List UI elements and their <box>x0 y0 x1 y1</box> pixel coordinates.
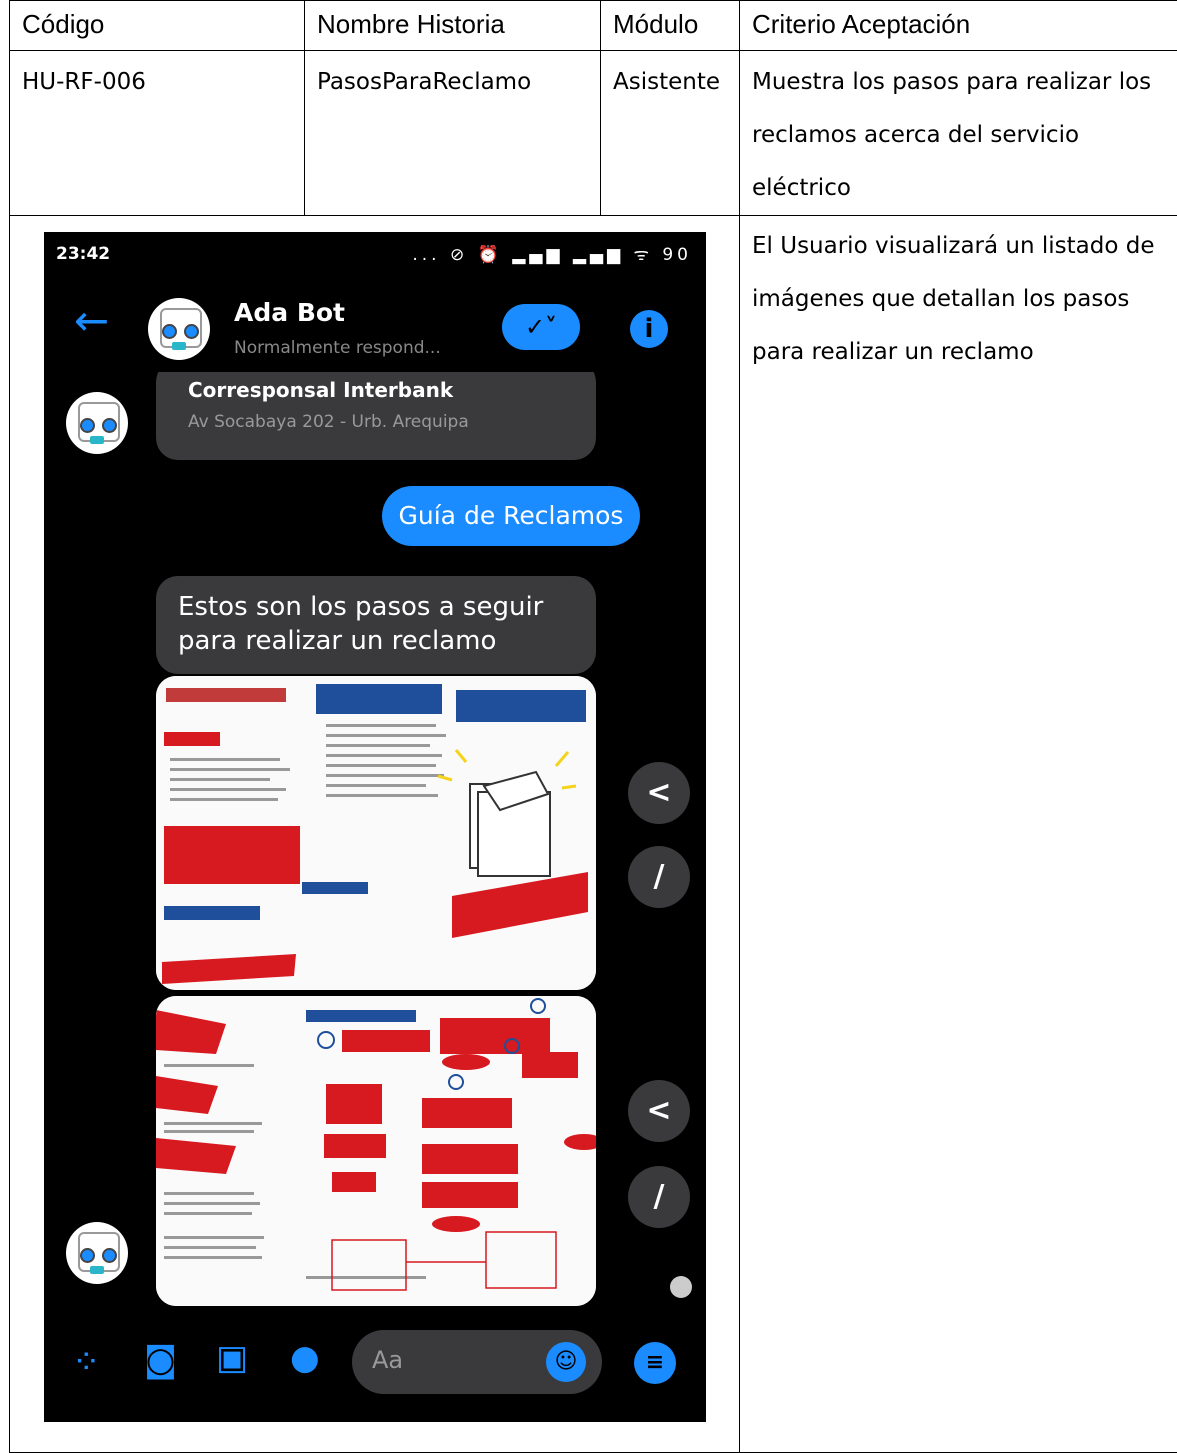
bot-eye <box>102 1248 117 1263</box>
message-input[interactable]: Aa ☺ <box>352 1330 602 1394</box>
screenshot-row: 23:42 ... ⊘ ⏰ ▂▄▆ ▂▄▆ ᯤ 90 ← Ada Bot Nor… <box>10 216 1177 1453</box>
bot-message-bubble: Estos son los pasos a seguir para realiz… <box>156 576 596 674</box>
avatar <box>66 392 128 454</box>
location-card[interactable]: Corresponsal Interbank Av Socabaya 202 -… <box>156 360 596 460</box>
header-modulo: Módulo <box>601 1 740 51</box>
bot-name[interactable]: Ada Bot <box>234 298 345 327</box>
criterio-line: reclamos acerca del servicio <box>752 109 1167 162</box>
infographic-2-art <box>156 996 596 1306</box>
phone-screenshot: 23:42 ... ⊘ ⏰ ▂▄▆ ▂▄▆ ᯤ 90 ← Ada Bot Nor… <box>44 232 706 1422</box>
bot-eye <box>80 1248 95 1263</box>
criterio-2-line: El Usuario visualizará un listado de <box>752 220 1169 273</box>
emoji-icon[interactable]: ☺ <box>546 1342 586 1382</box>
message-input-placeholder: Aa <box>372 1346 403 1374</box>
criterio-2-line: para realizar un reclamo <box>752 326 1169 379</box>
check-icon[interactable]: ✓˅ <box>502 304 580 350</box>
gallery-icon[interactable]: ▣ <box>216 1338 248 1378</box>
bot-mouth <box>172 342 186 350</box>
mic-icon[interactable]: ● <box>290 1338 320 1378</box>
header-nombre-historia: Nombre Historia <box>305 1 601 51</box>
read-receipt-avatar <box>670 1276 692 1298</box>
user-message-bubble: Guía de Reclamos <box>382 486 640 546</box>
status-bar-icons: ... ⊘ ⏰ ▂▄▆ ▂▄▆ ᯤ 90 <box>412 242 692 265</box>
header-row: Código Nombre Historia Módulo Criterio A… <box>10 1 1177 51</box>
criterio-2-line: imágenes que detallan los pasos <box>752 273 1169 326</box>
header-codigo: Código <box>10 1 305 51</box>
cell-criterio-2: El Usuario visualizará un listado de imá… <box>740 216 1177 1453</box>
menu-icon[interactable]: ≡ <box>634 1342 676 1384</box>
bot-status: Normalmente respond... <box>234 338 441 358</box>
avatar[interactable] <box>148 298 210 360</box>
share-icon[interactable]: < <box>628 1080 690 1142</box>
data-row: HU-RF-006 PasosParaReclamo Asistente Mue… <box>10 51 1177 216</box>
bot-eye <box>184 324 199 339</box>
bot-eye <box>102 418 117 433</box>
screenshot-cell: 23:42 ... ⊘ ⏰ ▂▄▆ ▂▄▆ ᯤ 90 ← Ada Bot Nor… <box>10 216 740 1453</box>
bot-mouth <box>90 436 104 444</box>
apps-icon[interactable]: ⁘ <box>72 1342 101 1382</box>
location-title: Corresponsal Interbank <box>188 378 453 402</box>
share-icon[interactable]: < <box>628 762 690 824</box>
bot-eye <box>80 418 95 433</box>
cell-nombre: PasosParaReclamo <box>305 51 601 216</box>
infographic-image-2[interactable] <box>156 996 596 1306</box>
bot-message-text: Estos son los pasos a seguir para realiz… <box>178 590 588 658</box>
edit-icon[interactable]: / <box>628 846 690 908</box>
criterio-line: eléctrico <box>752 162 1167 215</box>
status-time: 23:42 <box>56 244 110 264</box>
avatar <box>66 1222 128 1284</box>
edit-icon[interactable]: / <box>628 1166 690 1228</box>
cell-modulo: Asistente <box>601 51 740 216</box>
back-arrow-icon[interactable]: ← <box>74 296 109 345</box>
bot-mouth <box>90 1266 104 1274</box>
infographic-1-art <box>156 676 596 990</box>
info-icon[interactable]: i <box>630 310 668 348</box>
bot-eye <box>162 324 177 339</box>
user-story-table: Código Nombre Historia Módulo Criterio A… <box>9 0 1177 1453</box>
cell-codigo: HU-RF-006 <box>10 51 305 216</box>
header-criterio: Criterio Aceptación <box>740 1 1177 51</box>
cell-criterio: Muestra los pasos para realizar los recl… <box>740 51 1177 216</box>
criterio-line: Muestra los pasos para realizar los <box>752 56 1167 109</box>
location-address: Av Socabaya 202 - Urb. Arequipa <box>188 412 469 432</box>
chat-header: ← Ada Bot Normalmente respond... ✓˅ i <box>44 282 706 372</box>
criterio-2-text: El Usuario visualizará un listado de imá… <box>740 216 1177 379</box>
camera-icon[interactable]: ◙ <box>144 1340 177 1380</box>
infographic-image-1[interactable] <box>156 676 596 990</box>
